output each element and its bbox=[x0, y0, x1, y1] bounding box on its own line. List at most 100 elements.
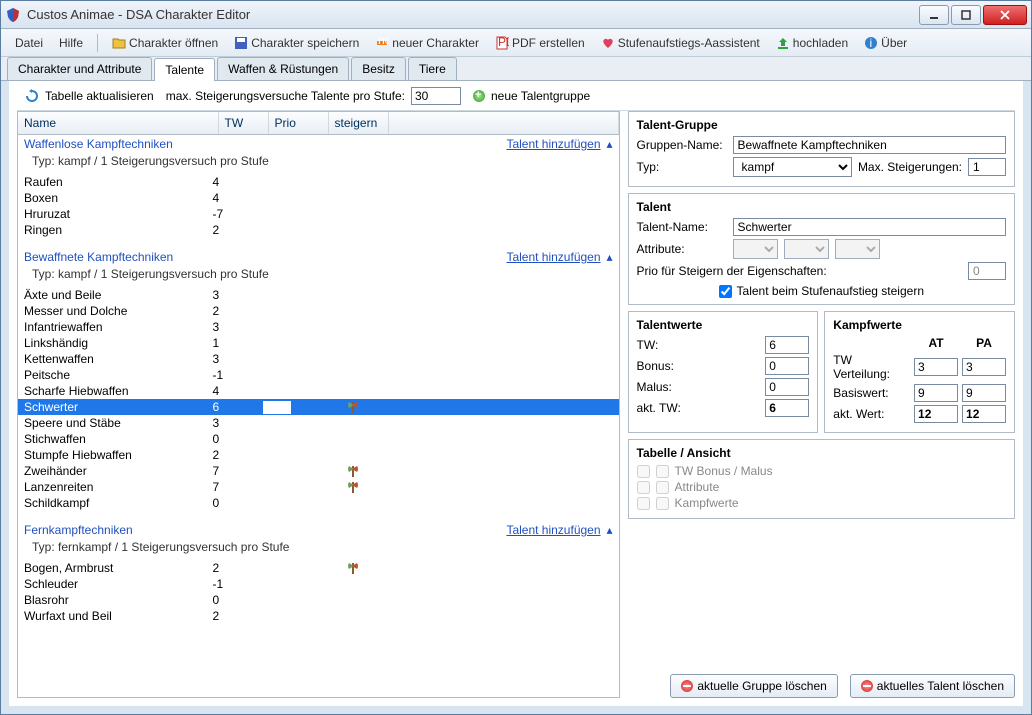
group-name-input[interactable] bbox=[733, 136, 1006, 154]
vert-at-input[interactable] bbox=[914, 358, 958, 376]
group-name: Waffenlose Kampftechniken bbox=[24, 137, 506, 151]
talent-row[interactable]: Blasrohr0 bbox=[18, 592, 619, 608]
talent-row[interactable]: Lanzenreiten7 bbox=[18, 479, 619, 495]
delete-group-button[interactable]: aktuelle Gruppe löschen bbox=[670, 674, 837, 698]
talent-name-cell: Scharfe Hiebwaffen bbox=[24, 384, 213, 398]
max-steigerung-input[interactable] bbox=[411, 87, 461, 105]
vert-pa-input[interactable] bbox=[962, 358, 1006, 376]
max-steigerung-label: max. Steigerungsversuche Talente pro Stu… bbox=[166, 89, 405, 103]
talent-name-cell: Schwerter bbox=[24, 400, 213, 414]
cb-kw-1 bbox=[637, 497, 650, 510]
steigern-cell bbox=[323, 400, 383, 414]
talent-name-cell: Lanzenreiten bbox=[24, 480, 213, 494]
basis-pa-input bbox=[962, 384, 1006, 402]
tw-cell: 2 bbox=[213, 223, 263, 237]
talent-row[interactable]: Raufen4 bbox=[18, 174, 619, 190]
add-talent-link[interactable]: Talent hinzufügen bbox=[506, 250, 600, 264]
menu-hilfe[interactable]: Hilfe bbox=[53, 33, 89, 53]
talent-row[interactable]: Messer und Dolche2 bbox=[18, 303, 619, 319]
minimize-button[interactable] bbox=[919, 5, 949, 25]
col-spacer bbox=[389, 112, 619, 134]
col-tw[interactable]: TW bbox=[219, 112, 269, 134]
group-max-input[interactable] bbox=[968, 158, 1006, 176]
talent-row[interactable]: Äxte und Beile3 bbox=[18, 287, 619, 303]
close-button[interactable] bbox=[983, 5, 1027, 25]
chevron-up-icon[interactable]: ▴ bbox=[607, 523, 613, 537]
axe-icon bbox=[347, 400, 359, 414]
talent-row[interactable]: Linkshändig1 bbox=[18, 335, 619, 351]
open-button[interactable]: Charakter öffnen bbox=[106, 33, 224, 53]
col-prio[interactable]: Prio bbox=[269, 112, 329, 134]
new-button[interactable]: newneuer Charakter bbox=[369, 33, 485, 53]
talent-row[interactable]: Schwerter6 bbox=[18, 399, 619, 415]
assistant-button[interactable]: Stufenaufstiegs-Aassistent bbox=[595, 33, 766, 53]
talent-name-cell: Raufen bbox=[24, 175, 213, 189]
tw-input[interactable] bbox=[765, 336, 809, 354]
cb-twbm-2 bbox=[656, 465, 669, 478]
add-talent-link[interactable]: Talent hinzufügen bbox=[506, 137, 600, 151]
talent-name-cell: Stichwaffen bbox=[24, 432, 213, 446]
tab-waffen[interactable]: Waffen & Rüstungen bbox=[217, 57, 349, 80]
upload-button[interactable]: hochladen bbox=[770, 33, 854, 53]
group-typ-select[interactable]: kampf bbox=[733, 157, 852, 177]
tw-cell: -1 bbox=[213, 368, 263, 382]
talent-row[interactable]: Boxen4 bbox=[18, 190, 619, 206]
talent-row[interactable]: Wurfaxt und Beil2 bbox=[18, 608, 619, 624]
tab-character-attributes[interactable]: Charakter und Attribute bbox=[7, 57, 152, 80]
talent-row[interactable]: Hruruzat-7 bbox=[18, 206, 619, 222]
refresh-table-button[interactable]: Tabelle aktualisieren bbox=[45, 89, 154, 103]
talent-row[interactable]: Speere und Stäbe3 bbox=[18, 415, 619, 431]
pdf-button[interactable]: PDFPDF erstellen bbox=[489, 33, 591, 53]
talent-row[interactable]: Infantriewaffen3 bbox=[18, 319, 619, 335]
delete-talent-button[interactable]: aktuelles Talent löschen bbox=[850, 674, 1015, 698]
chevron-up-icon[interactable]: ▴ bbox=[607, 137, 613, 151]
talent-row[interactable]: Schildkampf0 bbox=[18, 495, 619, 511]
stufenaufstieg-label: Talent beim Stufenaufstieg steigern bbox=[737, 284, 924, 298]
malus-input[interactable] bbox=[765, 378, 809, 396]
tw-cell: 1 bbox=[213, 336, 263, 350]
new-icon: new bbox=[375, 36, 389, 50]
talent-row[interactable]: Schleuder-1 bbox=[18, 576, 619, 592]
col-name[interactable]: Name bbox=[18, 112, 219, 134]
attribute-label: Attribute: bbox=[637, 242, 727, 256]
bonus-input[interactable] bbox=[765, 357, 809, 375]
save-button[interactable]: Charakter speichern bbox=[228, 33, 365, 53]
talent-row[interactable]: Bogen, Armbrust2 bbox=[18, 560, 619, 576]
talent-name-input[interactable] bbox=[733, 218, 1006, 236]
new-talentgroup-button[interactable]: neue Talentgruppe bbox=[491, 89, 590, 103]
attr1-select bbox=[733, 239, 778, 259]
maximize-button[interactable] bbox=[951, 5, 981, 25]
tw-cell: 0 bbox=[213, 593, 263, 607]
group-name-label: Gruppen-Name: bbox=[637, 138, 727, 152]
tab-talente[interactable]: Talente bbox=[154, 58, 215, 81]
save-icon bbox=[234, 36, 248, 50]
cb-kw-2 bbox=[656, 497, 669, 510]
axe-icon bbox=[347, 561, 359, 575]
group-header[interactable]: Waffenlose KampftechnikenTalent hinzufüg… bbox=[18, 135, 619, 153]
tw-cell: 2 bbox=[213, 561, 263, 575]
talent-row[interactable]: Kettenwaffen3 bbox=[18, 351, 619, 367]
menu-datei[interactable]: Datei bbox=[9, 33, 49, 53]
group-header[interactable]: FernkampftechnikenTalent hinzufügen▴ bbox=[18, 521, 619, 539]
talent-row[interactable]: Zweihänder7 bbox=[18, 463, 619, 479]
upload-icon bbox=[776, 36, 790, 50]
about-button[interactable]: iÜber bbox=[858, 33, 913, 53]
talent-row[interactable]: Scharfe Hiebwaffen4 bbox=[18, 383, 619, 399]
table-body[interactable]: Waffenlose KampftechnikenTalent hinzufüg… bbox=[18, 135, 619, 697]
group-header[interactable]: Bewaffnete KampftechnikenTalent hinzufüg… bbox=[18, 248, 619, 266]
stufenaufstieg-checkbox[interactable] bbox=[719, 285, 732, 298]
tab-besitz[interactable]: Besitz bbox=[351, 57, 406, 80]
talent-panel-title: Talent bbox=[637, 200, 1006, 214]
kampfwerte-title: Kampfwerte bbox=[833, 318, 1006, 332]
add-talent-link[interactable]: Talent hinzufügen bbox=[506, 523, 600, 537]
chevron-up-icon[interactable]: ▴ bbox=[607, 250, 613, 264]
talent-row[interactable]: Stumpfe Hiebwaffen2 bbox=[18, 447, 619, 463]
talent-row[interactable]: Stichwaffen0 bbox=[18, 431, 619, 447]
minus-icon bbox=[681, 680, 693, 692]
cb-attr-2 bbox=[656, 481, 669, 494]
col-steigern[interactable]: steigern bbox=[329, 112, 389, 134]
talent-row[interactable]: Ringen2 bbox=[18, 222, 619, 238]
tab-tiere[interactable]: Tiere bbox=[408, 57, 457, 80]
talent-row[interactable]: Peitsche-1 bbox=[18, 367, 619, 383]
tw-cell: 7 bbox=[213, 480, 263, 494]
